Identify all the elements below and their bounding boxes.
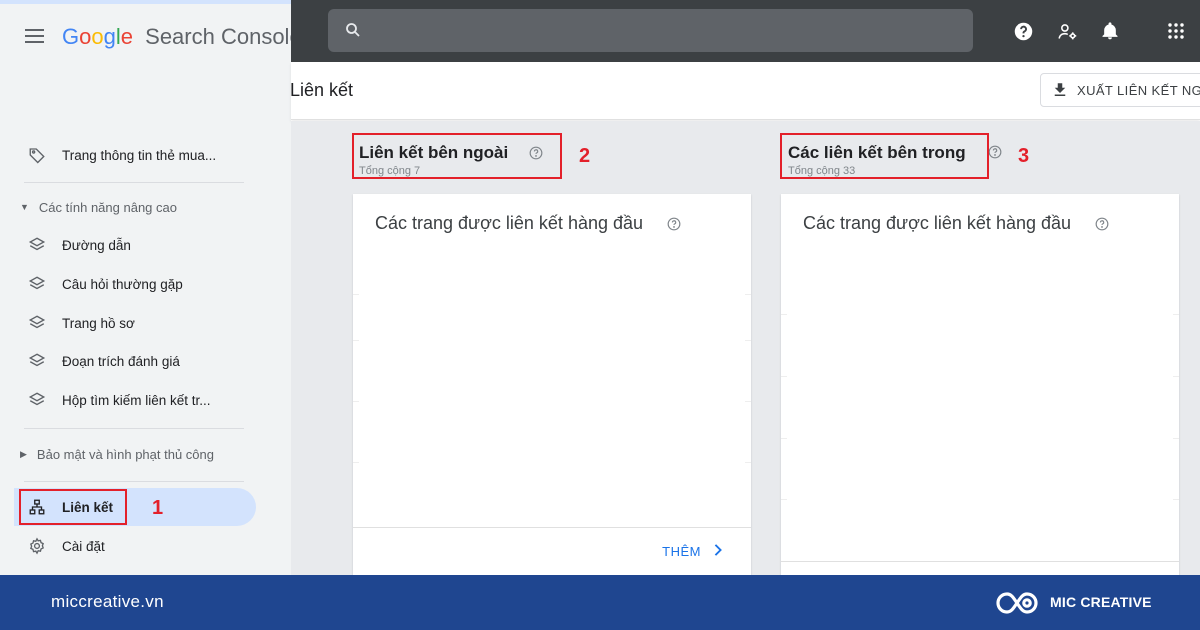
footer-brand-name: MIC CREATIVE: [1050, 594, 1152, 610]
sidebar-section-label: Bảo mật và hình phạt thủ công: [36, 446, 214, 462]
sidebar-item-profile-page[interactable]: Trang hồ sơ: [0, 304, 291, 342]
export-links-button[interactable]: XUẤT LIÊN KẾT NG: [1040, 73, 1200, 107]
card-row-divider: [353, 340, 751, 341]
page-title: Liên kết: [290, 80, 354, 100]
export-button-label: XUẤT LIÊN KẾT NG: [1077, 82, 1200, 98]
google-wordmark: Google: [62, 24, 139, 49]
mic-creative-logo-icon: [993, 588, 1041, 618]
logo-letter: g: [103, 24, 116, 49]
layers-icon: [28, 352, 46, 370]
logo-letter: o: [91, 24, 104, 49]
search-bar[interactable]: [328, 9, 973, 52]
sidebar-item-label: Trang hồ sơ: [62, 315, 135, 331]
logo-letter: e: [120, 24, 134, 49]
help-circle-icon[interactable]: [667, 217, 681, 231]
sitemap-icon: [28, 498, 46, 516]
more-link-label: THÊM: [662, 543, 701, 559]
footer-website: miccreative.vn: [51, 592, 164, 611]
external-links-title: Liên kết bên ngoài: [359, 143, 509, 162]
sidebar-section-advanced[interactable]: ▼ Các tính năng nâng cao: [20, 197, 177, 217]
page-header: Liên kết XUẤT LIÊN KẾT NG: [290, 62, 1200, 120]
sidebar-divider: [24, 428, 244, 429]
help-circle-icon[interactable]: [1095, 217, 1109, 231]
gear-icon: [28, 537, 46, 555]
notification-bell-icon[interactable]: [1098, 19, 1122, 43]
layers-icon: [28, 314, 46, 332]
annotation-number-3: 3: [1018, 145, 1030, 167]
sidebar-item-review-snippets[interactable]: Đoạn trích đánh giá: [0, 342, 291, 380]
sidebar-item-label: Hộp tìm kiếm liên kết tr...: [62, 392, 211, 408]
download-icon: [1051, 81, 1069, 99]
search-input[interactable]: [376, 17, 956, 44]
internal-links-total: Tổng cộng 33: [788, 165, 856, 177]
sidebar-item-breadcrumbs[interactable]: Đường dẫn: [0, 226, 291, 264]
apps-grid-icon[interactable]: [1164, 19, 1188, 43]
sidebar-item-label: Câu hỏi thường gặp: [62, 276, 183, 292]
annotation-number-2: 2: [579, 145, 591, 167]
layers-icon: [28, 236, 46, 254]
card-row-divider: [781, 438, 1179, 439]
menu-icon[interactable]: [25, 29, 44, 43]
app-logo[interactable]: Google Search Console: [62, 24, 291, 50]
links-report-content: Liên kết bên ngoài Tổng cộng 7 2 Các tra…: [291, 121, 1200, 575]
help-circle-icon[interactable]: [529, 146, 543, 160]
caret-right-icon: ▶: [20, 448, 27, 459]
sidebar-item-label: Trang thông tin thẻ mua...: [62, 147, 217, 163]
annotation-number-1: 1: [152, 497, 164, 519]
card-row-divider: [353, 462, 751, 463]
tag-icon: [28, 146, 46, 164]
caret-down-icon: ▼: [20, 202, 29, 212]
product-name: Search Console: [145, 24, 291, 49]
external-top-linked-pages-card: Các trang được liên kết hàng đầu THÊM: [353, 194, 751, 575]
more-link[interactable]: THÊM: [662, 543, 723, 559]
logo-letter: G: [62, 24, 80, 49]
user-settings-icon[interactable]: [1055, 19, 1079, 43]
sidebar-item-settings[interactable]: Cài đặt: [0, 527, 291, 565]
sidebar-divider: [24, 182, 244, 183]
chevron-right-icon: [713, 543, 723, 559]
internal-links-title: Các liên kết bên trong: [788, 143, 966, 162]
sidebar-item-label: Đường dẫn: [62, 237, 131, 253]
internal-top-linked-pages-card: Các trang được liên kết hàng đầu: [781, 194, 1179, 575]
sidebar-item-sitelinks-searchbox[interactable]: Hộp tìm kiếm liên kết tr...: [0, 381, 291, 419]
external-links-total: Tổng cộng 7: [359, 165, 421, 177]
layers-icon: [28, 275, 46, 293]
card-title: Các trang được liên kết hàng đầu: [375, 213, 644, 233]
card-row-divider: [781, 376, 1179, 377]
sidebar-item-shopping-listings[interactable]: Trang thông tin thẻ mua...: [0, 136, 291, 174]
card-title: Các trang được liên kết hàng đầu: [803, 213, 1072, 233]
sidebar-item-links[interactable]: Liên kết: [0, 488, 291, 526]
card-row-divider: [781, 314, 1179, 315]
logo-letter: o: [79, 24, 92, 49]
sidebar-item-label: Cài đặt: [62, 538, 105, 554]
sidebar-item-label: Liên kết: [62, 499, 114, 515]
sidebar-item-faq[interactable]: Câu hỏi thường gặp: [0, 265, 291, 303]
card-row-divider: [353, 401, 751, 402]
sidebar-divider: [24, 481, 244, 482]
card-footer: THÊM: [353, 527, 751, 575]
card-row-divider: [781, 499, 1179, 500]
card-row-divider: [353, 294, 751, 295]
sidebar-item-label: Đoạn trích đánh giá: [62, 353, 180, 369]
sidebar-section-security[interactable]: ▶ Bảo mật và hình phạt thủ công: [20, 444, 214, 464]
help-circle-icon[interactable]: [988, 145, 1002, 159]
sidebar: Google Search Console Trang thông tin th…: [0, 0, 291, 575]
sidebar-top-accent: [0, 0, 291, 4]
layers-icon: [28, 391, 46, 409]
help-icon[interactable]: [1011, 19, 1035, 43]
search-icon: [344, 21, 362, 39]
sidebar-section-label: Các tính năng nâng cao: [38, 199, 177, 215]
top-app-bar: [291, 0, 1200, 62]
brand-footer: miccreative.vn MIC CREATIVE: [0, 575, 1200, 630]
card-footer-divider: [781, 561, 1179, 562]
